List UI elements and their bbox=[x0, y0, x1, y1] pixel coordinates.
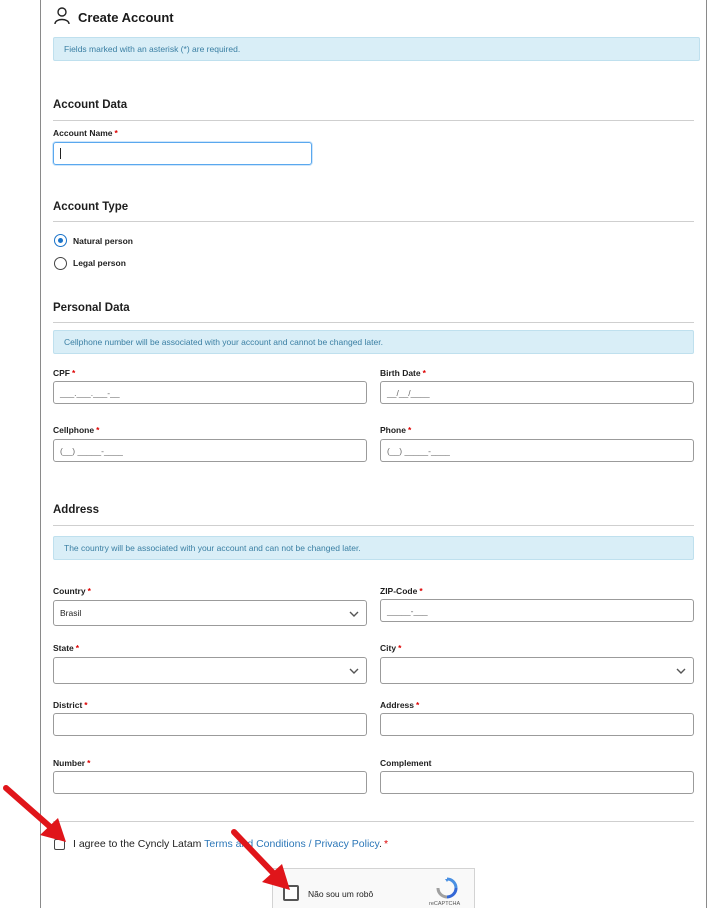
radio-legal-person-label: Legal person bbox=[73, 258, 126, 268]
radio-legal-person[interactable] bbox=[54, 257, 67, 270]
cellphone-label: Cellphone * bbox=[53, 425, 100, 435]
number-label: Number * bbox=[53, 758, 91, 768]
divider bbox=[53, 821, 694, 822]
annotation-arrow-icon bbox=[231, 829, 290, 890]
state-select[interactable] bbox=[53, 657, 367, 684]
annotation-arrow-icon bbox=[3, 785, 66, 842]
section-address: Address bbox=[53, 504, 100, 516]
section-account-data: Account Data bbox=[53, 99, 128, 111]
district-label: District * bbox=[53, 700, 88, 710]
page-title: Create Account bbox=[78, 10, 174, 25]
cellphone-input[interactable]: (__) _____-____ bbox=[53, 439, 367, 462]
cpf-label: CPF * bbox=[53, 368, 76, 378]
complement-input[interactable] bbox=[380, 771, 694, 794]
phone-label: Phone * bbox=[380, 425, 412, 435]
user-icon bbox=[54, 7, 70, 25]
section-account-type: Account Type bbox=[53, 201, 129, 213]
state-label: State * bbox=[53, 643, 80, 653]
phone-input[interactable]: (__) _____-____ bbox=[380, 439, 694, 462]
divider bbox=[53, 221, 694, 222]
birth-date-input[interactable]: __/__/____ bbox=[380, 381, 694, 404]
cellphone-notice: Cellphone number will be associated with… bbox=[53, 330, 694, 354]
recaptcha-label: Não sou um robô bbox=[308, 889, 374, 899]
chevron-down-icon bbox=[349, 611, 359, 617]
text-caret bbox=[60, 148, 61, 159]
district-input[interactable] bbox=[53, 713, 367, 736]
number-input[interactable] bbox=[53, 771, 367, 794]
country-label: Country * bbox=[53, 586, 91, 596]
radio-natural-person-label: Natural person bbox=[73, 236, 133, 246]
address-input[interactable] bbox=[380, 713, 694, 736]
address-label: Address * bbox=[380, 700, 420, 710]
divider bbox=[53, 120, 694, 121]
birth-date-label: Birth Date * bbox=[380, 368, 426, 378]
divider bbox=[53, 322, 694, 323]
country-select[interactable]: Brasil bbox=[53, 600, 367, 626]
country-notice: The country will be associated with your… bbox=[53, 536, 694, 560]
divider bbox=[53, 525, 694, 526]
chevron-down-icon bbox=[349, 668, 359, 674]
cpf-input[interactable]: ___.___.___-__ bbox=[53, 381, 367, 404]
section-personal-data: Personal Data bbox=[53, 302, 130, 314]
recaptcha-logo-icon bbox=[436, 877, 458, 899]
zip-code-label: ZIP-Code * bbox=[380, 586, 423, 596]
account-name-input[interactable] bbox=[53, 142, 312, 165]
zip-code-input[interactable]: _____-___ bbox=[380, 599, 694, 622]
required-notice: Fields marked with an asterisk (*) are r… bbox=[53, 37, 700, 61]
complement-label: Complement bbox=[380, 758, 432, 768]
city-select[interactable] bbox=[380, 657, 694, 684]
account-name-label: Account Name * bbox=[53, 128, 118, 138]
radio-natural-person[interactable] bbox=[54, 234, 67, 247]
recaptcha-brand: reCAPTCHA bbox=[429, 901, 461, 907]
city-label: City * bbox=[380, 643, 402, 653]
chevron-down-icon bbox=[676, 668, 686, 674]
